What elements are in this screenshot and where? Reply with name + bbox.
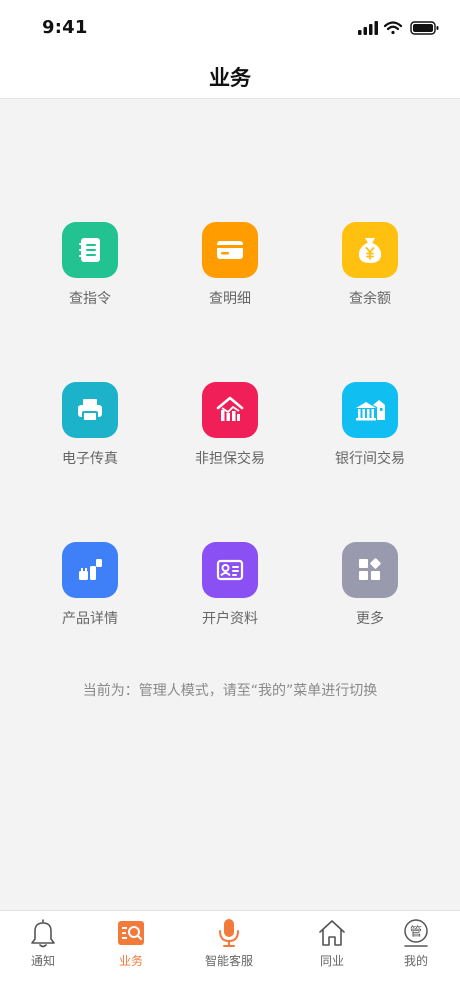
tab-label: 通知 <box>30 954 55 968</box>
tab-label: 我的 <box>403 954 428 968</box>
grid-item-label: 查指令 <box>69 291 111 307</box>
grid-tile <box>202 222 258 278</box>
tab-notification[interactable]: 通知 <box>8 917 78 969</box>
grid-item-label: 电子传真 <box>62 451 118 467</box>
function-grid: 查指令 查明细 查余额 电子传真 非担保交易 银行间交易 产品详情 开户资料 更… <box>20 222 440 628</box>
house-chart-icon <box>216 396 244 421</box>
grid-item-label: 银行间交易 <box>335 451 405 467</box>
grid-item-label: 非担保交易 <box>195 451 265 467</box>
bell-icon <box>31 919 55 948</box>
tab-bar: 通知 业务 智能客服 同业 管 我的 <box>0 910 460 996</box>
tab-business[interactable]: 业务 <box>96 917 166 969</box>
grid-item-label: 更多 <box>356 611 384 627</box>
grid-item-more[interactable]: 更多 <box>300 542 440 628</box>
tab-peers[interactable]: 同业 <box>297 917 367 969</box>
home-icon <box>319 920 345 946</box>
grid-item-label: 产品详情 <box>62 611 118 627</box>
grid-item-product-details[interactable]: 产品详情 <box>20 542 160 628</box>
screen: 9:41 业务 查指令 查明细 查余额 电子传真 非担保交易 银行间交易 产品详… <box>0 0 460 996</box>
card-icon <box>217 241 243 259</box>
grid-item-query-instruction[interactable]: 查指令 <box>20 222 160 308</box>
microphone-icon <box>219 919 239 947</box>
grid-item-label: 开户资料 <box>202 611 258 627</box>
manager-badge-icon: 管 <box>404 919 428 947</box>
grid-item-query-details[interactable]: 查明细 <box>160 222 300 308</box>
grid-tile <box>342 222 398 278</box>
id-card-icon <box>216 559 244 581</box>
printer-icon <box>78 399 102 422</box>
grid-tile <box>62 542 118 598</box>
status-time: 9:41 <box>42 17 88 38</box>
svg-text:管: 管 <box>410 924 422 939</box>
status-icons <box>358 19 440 37</box>
tab-label: 智能客服 <box>204 954 253 968</box>
mode-notice: 当前为：管理人模式，请至“我的”菜单进行切换 <box>82 683 378 699</box>
more-grid-icon <box>359 558 381 580</box>
page-title: 业务 <box>209 66 251 90</box>
grid-tile <box>62 222 118 278</box>
grid-tile <box>342 382 398 438</box>
grid-tile <box>202 382 258 438</box>
money-bag-icon <box>358 238 382 263</box>
grid-tile <box>62 382 118 438</box>
bank-icon <box>356 400 385 421</box>
battery-icon <box>410 21 439 35</box>
grid-item-interbank-trade[interactable]: 银行间交易 <box>300 382 440 468</box>
grid-item-account-docs[interactable]: 开户资料 <box>160 542 300 628</box>
grid-tile <box>202 542 258 598</box>
grid-item-query-balance[interactable]: 查余额 <box>300 222 440 308</box>
product-icon <box>79 559 102 580</box>
grid-item-e-fax[interactable]: 电子传真 <box>20 382 160 468</box>
grid-item-label: 查余额 <box>349 291 391 307</box>
cellular-signal-icon <box>358 21 378 35</box>
business-search-icon <box>118 921 144 945</box>
notebook-icon <box>79 238 100 262</box>
tab-mine[interactable]: 管 我的 <box>381 917 451 969</box>
grid-item-non-guaranteed-trade[interactable]: 非担保交易 <box>160 382 300 468</box>
status-bar: 9:41 <box>0 0 460 58</box>
grid-item-label: 查明细 <box>209 291 251 307</box>
tab-label: 业务 <box>118 954 143 968</box>
nav-bar: 业务 <box>0 58 460 99</box>
wifi-icon <box>383 21 403 35</box>
tab-label: 同业 <box>319 954 344 968</box>
tab-smart-service[interactable]: 智能客服 <box>194 917 264 969</box>
grid-tile <box>342 542 398 598</box>
